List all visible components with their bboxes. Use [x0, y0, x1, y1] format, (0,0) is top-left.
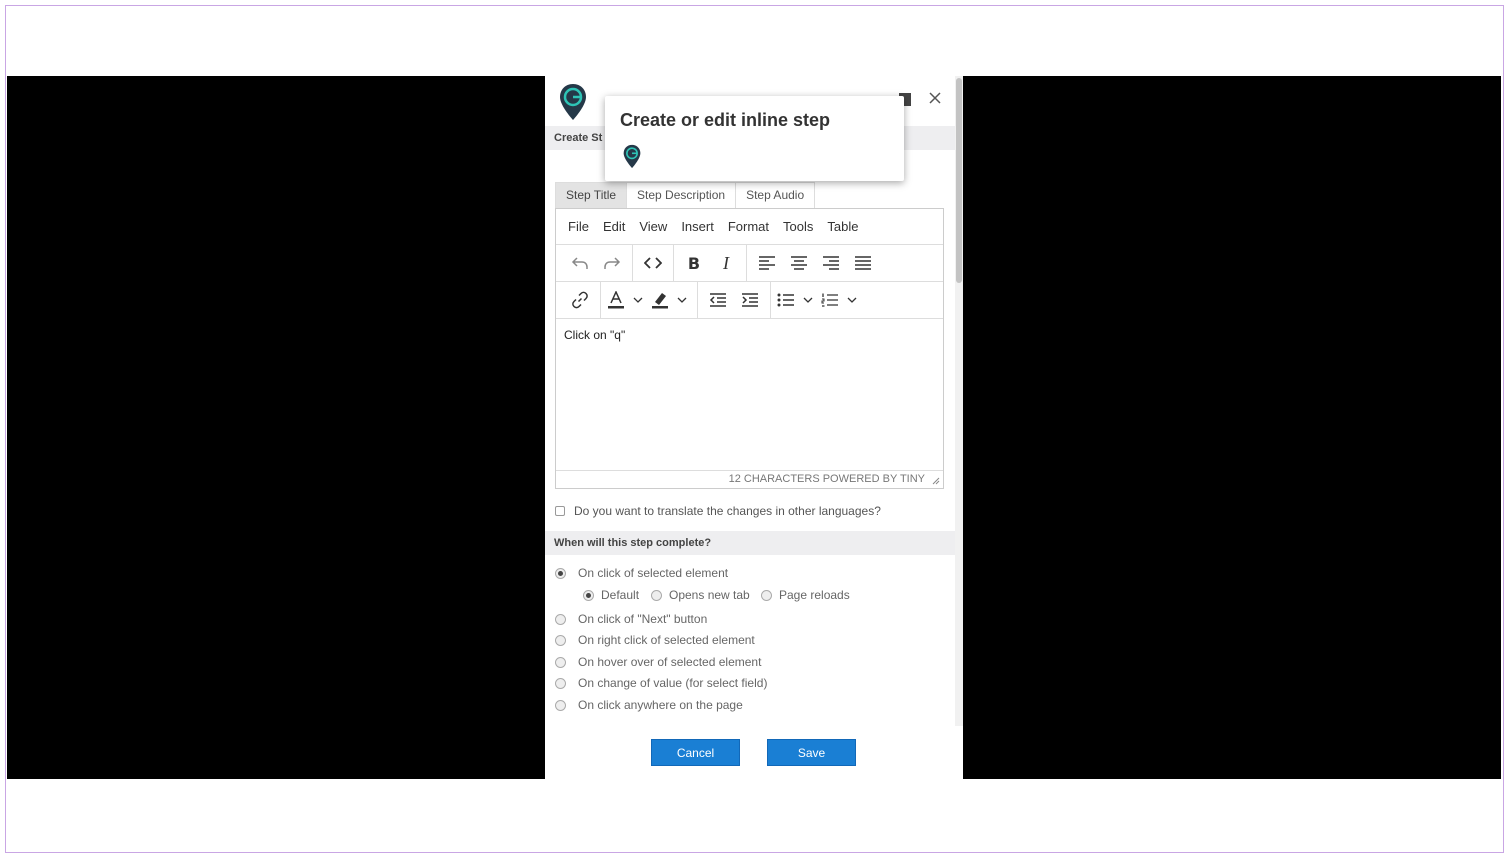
radio-click-selected[interactable]: [555, 567, 566, 579]
sub-option-new-tab-label: Opens new tab: [669, 588, 750, 602]
guideme-logo-small-icon: [623, 144, 641, 169]
history-group: [560, 245, 633, 281]
chevron-down-icon[interactable]: [797, 286, 819, 314]
menu-insert[interactable]: Insert: [675, 219, 720, 234]
radio-change-value[interactable]: [555, 677, 566, 689]
menu-format[interactable]: Format: [722, 219, 775, 234]
chevron-down-icon[interactable]: [841, 286, 863, 314]
sub-option-new-tab[interactable]: Opens new tab: [651, 588, 750, 602]
text-color-icon[interactable]: [605, 286, 627, 314]
align-group: [747, 245, 883, 281]
tab-step-audio[interactable]: Step Audio: [735, 182, 816, 208]
menu-tools[interactable]: Tools: [777, 219, 819, 234]
radio-click-next[interactable]: [555, 613, 566, 625]
option-hover-label: On hover over of selected element: [578, 655, 762, 669]
editor-content-area[interactable]: Click on "q": [556, 320, 943, 470]
translate-label: Do you want to translate the changes in …: [574, 504, 881, 518]
scrollbar-thumb[interactable]: [956, 78, 962, 283]
option-change-value[interactable]: On change of value (for select field): [555, 676, 767, 690]
indent-icon[interactable]: [734, 286, 766, 314]
step-tabs: Step Title Step Description Step Audio: [555, 182, 816, 208]
highlight-color-icon[interactable]: [649, 286, 671, 314]
link-icon[interactable]: [564, 286, 596, 314]
option-click-anywhere-label: On click anywhere on the page: [578, 698, 743, 712]
radio-default[interactable]: [583, 589, 594, 601]
list-group: [771, 282, 867, 318]
radio-reloads[interactable]: [761, 589, 772, 601]
completion-header-label: When will this step complete?: [554, 537, 712, 549]
menu-file[interactable]: File: [562, 219, 595, 234]
option-click-anywhere[interactable]: On click anywhere on the page: [555, 698, 743, 712]
radio-right-click[interactable]: [555, 634, 566, 646]
create-step-label: Create St: [554, 132, 603, 144]
guideme-logo-icon: [560, 84, 586, 120]
option-click-selected-label: On click of selected element: [578, 566, 729, 580]
sub-option-default-label: Default: [601, 588, 640, 602]
sub-option-reloads-label: Page reloads: [779, 588, 850, 602]
rich-text-editor: File Edit View Insert Format Tools Table: [555, 208, 944, 489]
resize-handle-icon[interactable]: [932, 477, 940, 485]
align-justify-icon[interactable]: [847, 249, 879, 277]
format-group: B I: [674, 245, 747, 281]
align-center-icon[interactable]: [783, 249, 815, 277]
link-group: [560, 282, 601, 318]
sub-option-reloads[interactable]: Page reloads: [761, 588, 850, 602]
bullet-list-icon[interactable]: [775, 286, 797, 314]
radio-new-tab[interactable]: [651, 589, 662, 601]
color-group: [601, 282, 698, 318]
option-change-value-label: On change of value (for select field): [578, 676, 768, 690]
editor-statusbar: 12 CHARACTERS POWERED BY TINY: [556, 470, 943, 488]
inline-step-tooltip: Create or edit inline step: [605, 96, 904, 181]
outdent-icon[interactable]: [702, 286, 734, 314]
radio-hover[interactable]: [555, 656, 566, 668]
chevron-down-icon[interactable]: [627, 286, 649, 314]
close-icon[interactable]: [927, 90, 943, 106]
completion-header: When will this step complete?: [545, 531, 955, 555]
panel-scrollbar[interactable]: [955, 76, 963, 726]
editor-toolbar-row-1: B I: [556, 245, 943, 282]
option-click-selected[interactable]: On click of selected element: [555, 566, 728, 580]
code-group: [633, 245, 674, 281]
sub-option-default[interactable]: Default: [583, 588, 639, 602]
italic-icon[interactable]: I: [710, 249, 742, 277]
step-editor-panel: Create St Create or edit inline step Ste…: [545, 76, 963, 779]
redo-icon[interactable]: [596, 249, 628, 277]
option-click-next[interactable]: On click of "Next" button: [555, 612, 707, 626]
source-code-icon[interactable]: [637, 249, 669, 277]
option-click-next-label: On click of "Next" button: [578, 612, 708, 626]
radio-click-anywhere[interactable]: [555, 699, 566, 711]
menu-view[interactable]: View: [633, 219, 673, 234]
translate-checkbox[interactable]: [555, 506, 565, 516]
tab-step-description[interactable]: Step Description: [626, 182, 737, 208]
indent-group: [698, 282, 771, 318]
cancel-button[interactable]: Cancel: [651, 739, 740, 766]
tab-step-title[interactable]: Step Title: [555, 182, 628, 208]
save-button[interactable]: Save: [767, 739, 856, 766]
align-right-icon[interactable]: [815, 249, 847, 277]
option-right-click-label: On right click of selected element: [578, 633, 755, 647]
option-hover[interactable]: On hover over of selected element: [555, 655, 761, 669]
editor-menubar: File Edit View Insert Format Tools Table: [556, 209, 943, 245]
menu-edit[interactable]: Edit: [597, 219, 631, 234]
menu-table[interactable]: Table: [821, 219, 864, 234]
option-right-click[interactable]: On right click of selected element: [555, 633, 755, 647]
bold-icon[interactable]: B: [678, 249, 710, 277]
tooltip-title: Create or edit inline step: [620, 110, 831, 130]
align-left-icon[interactable]: [751, 249, 783, 277]
translate-option: Do you want to translate the changes in …: [555, 504, 881, 518]
undo-icon[interactable]: [564, 249, 596, 277]
numbered-list-icon[interactable]: [819, 286, 841, 314]
chevron-down-icon[interactable]: [671, 286, 693, 314]
editor-toolbar-row-2: [556, 282, 943, 319]
